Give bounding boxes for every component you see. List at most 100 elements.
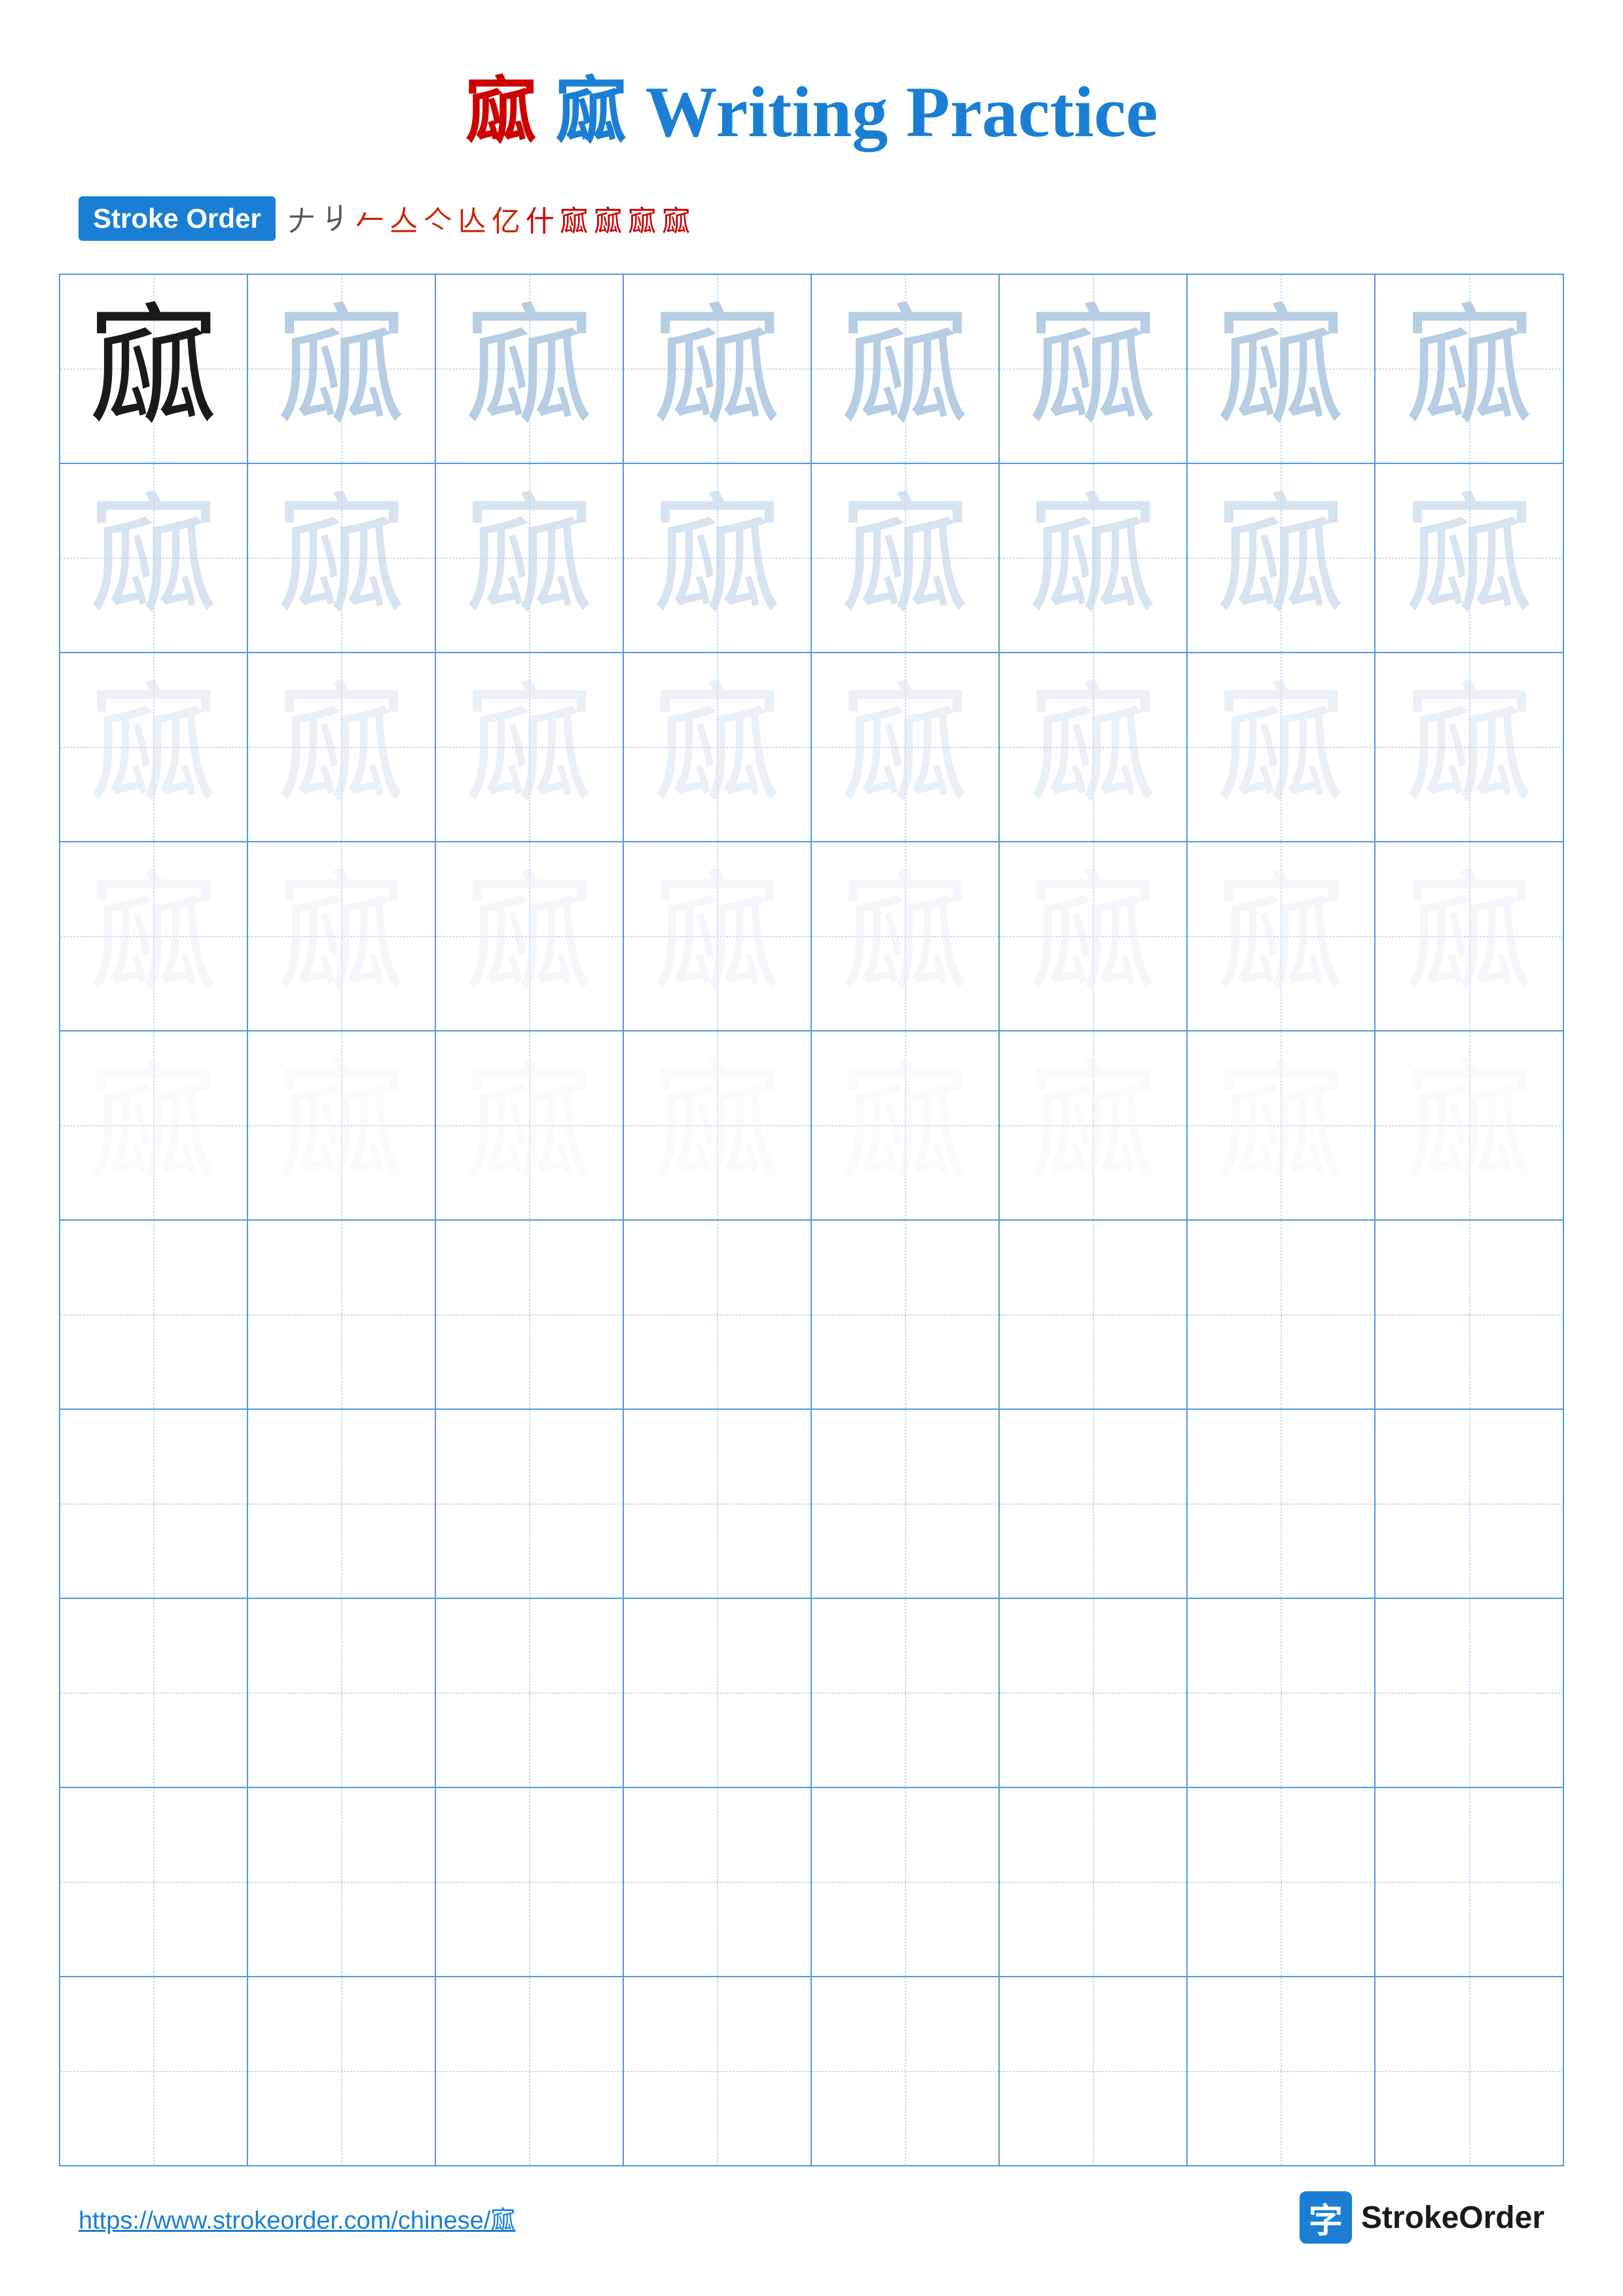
grid-cell-1-6[interactable]: 寙 [1000, 275, 1188, 463]
grid-cell-4-6[interactable]: 寙 [1000, 842, 1188, 1030]
stroke-sequence: 𠂇 𠂈 𠂉 亼 亽 亾 亿 什 寙 寙 寙 寙 [287, 198, 691, 240]
grid-cell-3-7[interactable]: 寙 [1188, 653, 1376, 841]
char-practice: 寙 [839, 871, 970, 1002]
grid-cell-5-6[interactable]: 寙 [1000, 1031, 1188, 1219]
grid-cell-8-6[interactable] [1000, 1599, 1188, 1787]
grid-cell-7-1[interactable] [60, 1410, 248, 1598]
grid-cell-5-5[interactable]: 寙 [812, 1031, 1000, 1219]
grid-cell-6-6[interactable] [1000, 1221, 1188, 1408]
char-practice: 寙 [276, 304, 407, 435]
stroke-2: 𠂈 [321, 202, 350, 236]
char-practice: 寙 [1404, 493, 1535, 624]
title-character: 寙 [465, 72, 538, 152]
grid-cell-10-8[interactable] [1376, 1977, 1563, 2165]
grid-cell-7-7[interactable] [1188, 1410, 1376, 1598]
grid-cell-4-7[interactable]: 寙 [1188, 842, 1376, 1030]
char-practice: 寙 [276, 682, 407, 813]
grid-cell-1-5[interactable]: 寙 [812, 275, 1000, 463]
grid-cell-6-7[interactable] [1188, 1221, 1376, 1408]
grid-cell-10-5[interactable] [812, 1977, 1000, 2165]
grid-cell-9-7[interactable] [1188, 1788, 1376, 1976]
grid-cell-10-1[interactable] [60, 1977, 248, 2165]
grid-cell-2-1[interactable]: 寙 [60, 464, 248, 652]
char-practice: 寙 [839, 682, 970, 813]
grid-cell-3-3[interactable]: 寙 [436, 653, 624, 841]
grid-cell-4-3[interactable]: 寙 [436, 842, 624, 1030]
grid-cell-6-4[interactable] [624, 1221, 812, 1408]
grid-cell-6-5[interactable] [812, 1221, 1000, 1408]
grid-cell-6-1[interactable] [60, 1221, 248, 1408]
char-practice: 寙 [1027, 493, 1158, 624]
stroke-6: 亾 [458, 198, 486, 240]
grid-cell-7-3[interactable] [436, 1410, 624, 1598]
grid-cell-10-2[interactable] [248, 1977, 436, 2165]
grid-cell-7-2[interactable] [248, 1410, 436, 1598]
grid-cell-3-5[interactable]: 寙 [812, 653, 1000, 841]
grid-cell-9-4[interactable] [624, 1788, 812, 1976]
grid-cell-6-8[interactable] [1376, 1221, 1563, 1408]
grid-cell-4-1[interactable]: 寙 [60, 842, 248, 1030]
grid-cell-2-4[interactable]: 寙 [624, 464, 812, 652]
grid-cell-1-4[interactable]: 寙 [624, 275, 812, 463]
grid-cell-5-4[interactable]: 寙 [624, 1031, 812, 1219]
grid-cell-1-7[interactable]: 寙 [1188, 275, 1376, 463]
grid-cell-4-8[interactable]: 寙 [1376, 842, 1563, 1030]
grid-cell-4-5[interactable]: 寙 [812, 842, 1000, 1030]
grid-cell-5-3[interactable]: 寙 [436, 1031, 624, 1219]
grid-cell-9-6[interactable] [1000, 1788, 1188, 1976]
grid-cell-2-7[interactable]: 寙 [1188, 464, 1376, 652]
grid-cell-5-1[interactable]: 寙 [60, 1031, 248, 1219]
grid-cell-10-7[interactable] [1188, 1977, 1376, 2165]
stroke-1: 𠂇 [287, 198, 316, 240]
grid-cell-3-1[interactable]: 寙 [60, 653, 248, 841]
grid-cell-8-5[interactable] [812, 1599, 1000, 1787]
grid-cell-2-2[interactable]: 寙 [248, 464, 436, 652]
grid-cell-4-2[interactable]: 寙 [248, 842, 436, 1030]
stroke-10: 寙 [594, 198, 623, 240]
grid-cell-2-6[interactable]: 寙 [1000, 464, 1188, 652]
grid-cell-7-8[interactable] [1376, 1410, 1563, 1598]
grid-cell-3-2[interactable]: 寙 [248, 653, 436, 841]
grid-cell-8-4[interactable] [624, 1599, 812, 1787]
grid-cell-10-4[interactable] [624, 1977, 812, 2165]
char-practice: 寙 [651, 871, 782, 1002]
grid-cell-5-2[interactable]: 寙 [248, 1031, 436, 1219]
grid-cell-7-5[interactable] [812, 1410, 1000, 1598]
grid-cell-2-8[interactable]: 寙 [1376, 464, 1563, 652]
grid-cell-9-3[interactable] [436, 1788, 624, 1976]
grid-cell-6-2[interactable] [248, 1221, 436, 1408]
grid-cell-7-6[interactable] [1000, 1410, 1188, 1598]
grid-cell-3-4[interactable]: 寙 [624, 653, 812, 841]
grid-cell-9-2[interactable] [248, 1788, 436, 1976]
grid-cell-8-8[interactable] [1376, 1599, 1563, 1787]
grid-cell-5-7[interactable]: 寙 [1188, 1031, 1376, 1219]
grid-cell-10-6[interactable] [1000, 1977, 1188, 2165]
char-practice: 寙 [276, 1060, 407, 1191]
grid-cell-10-3[interactable] [436, 1977, 624, 2165]
grid-cell-9-8[interactable] [1376, 1788, 1563, 1976]
grid-cell-3-6[interactable]: 寙 [1000, 653, 1188, 841]
char-practice: 寙 [276, 493, 407, 624]
footer-url-link[interactable]: https://www.strokeorder.com/chinese/寙 [79, 2200, 515, 2236]
grid-cell-8-7[interactable] [1188, 1599, 1376, 1787]
grid-cell-9-1[interactable] [60, 1788, 248, 1976]
grid-cell-4-4[interactable]: 寙 [624, 842, 812, 1030]
grid-cell-1-3[interactable]: 寙 [436, 275, 624, 463]
grid-cell-7-4[interactable] [624, 1410, 812, 1598]
grid-cell-3-8[interactable]: 寙 [1376, 653, 1563, 841]
grid-cell-8-1[interactable] [60, 1599, 248, 1787]
grid-cell-2-5[interactable]: 寙 [812, 464, 1000, 652]
grid-cell-1-2[interactable]: 寙 [248, 275, 436, 463]
grid-cell-6-3[interactable] [436, 1221, 624, 1408]
grid-cell-8-2[interactable] [248, 1599, 436, 1787]
grid-cell-8-3[interactable] [436, 1599, 624, 1787]
grid-cell-9-5[interactable] [812, 1788, 1000, 1976]
grid-cell-1-8[interactable]: 寙 [1376, 275, 1563, 463]
grid-cell-5-8[interactable]: 寙 [1376, 1031, 1563, 1219]
page-title: 寙 寙 Writing Practice [0, 0, 1623, 196]
grid-cell-2-3[interactable]: 寙 [436, 464, 624, 652]
stroke-order-section: Stroke Order 𠂇 𠂈 𠂉 亼 亽 亾 亿 什 寙 寙 寙 寙 [0, 196, 1623, 241]
grid-cell-1-1[interactable]: 寙 [60, 275, 248, 463]
char-practice: 寙 [1027, 1060, 1158, 1191]
stroke-9: 寙 [560, 198, 589, 240]
